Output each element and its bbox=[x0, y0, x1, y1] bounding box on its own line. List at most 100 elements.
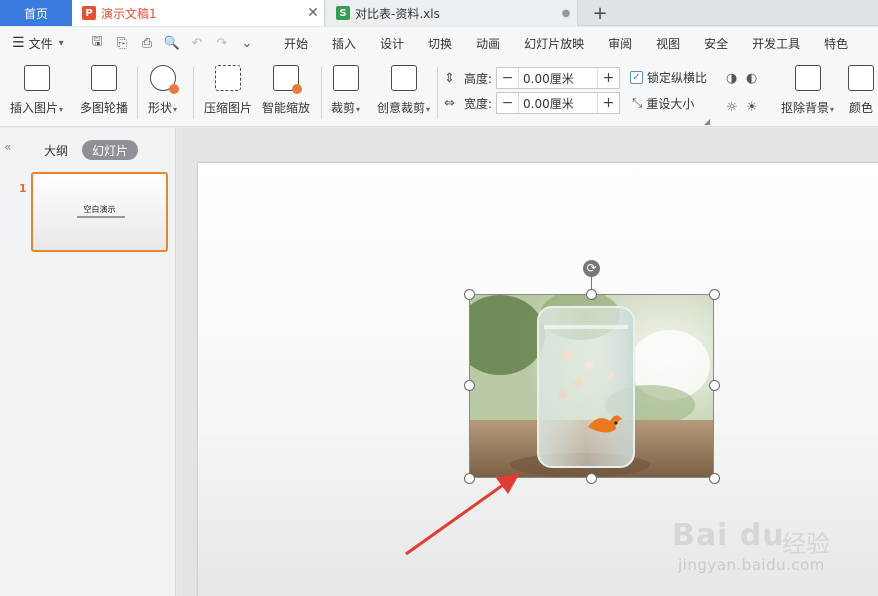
new-tab-button[interactable]: + bbox=[588, 0, 612, 26]
shape-icon bbox=[149, 65, 179, 94]
creative-crop-label: 创意裁剪 bbox=[377, 101, 426, 115]
menu-developer[interactable]: 开发工具 bbox=[740, 35, 812, 52]
color-button[interactable]: 颜色 bbox=[848, 65, 874, 121]
compress-icon bbox=[215, 65, 241, 91]
dialog-launcher-icon[interactable]: ◢ bbox=[704, 117, 710, 126]
print-icon[interactable]: ⎙ bbox=[138, 36, 156, 51]
menu-design[interactable]: 设计 bbox=[368, 35, 416, 52]
remove-background-button[interactable]: 抠除背景▾ bbox=[781, 65, 834, 121]
menu-home[interactable]: 开始 bbox=[272, 35, 320, 52]
menu-animation[interactable]: 动画 bbox=[464, 35, 512, 52]
tab-outline[interactable]: 大纲 bbox=[44, 142, 68, 159]
watermark-url: jingyan.baidu.com bbox=[678, 556, 825, 574]
menu-security[interactable]: 安全 bbox=[692, 35, 740, 52]
width-value[interactable]: 0.00厘米 bbox=[519, 95, 597, 112]
height-icon: ⇕ bbox=[444, 70, 455, 86]
width-stepper[interactable]: − 0.00厘米 + bbox=[496, 92, 621, 114]
watermark-logo: Bai du bbox=[672, 518, 785, 553]
quick-access-toolbar: 🖫 ⎘ ⎙ 🔍 ↶ ↷ ⌄ bbox=[82, 32, 272, 54]
height-increase-button[interactable]: + bbox=[597, 68, 619, 88]
smart-scale-button[interactable]: 智能缩放 bbox=[262, 65, 310, 121]
menu-transition[interactable]: 切换 bbox=[416, 35, 464, 52]
compress-label: 压缩图片 bbox=[204, 101, 253, 115]
brightness-increase-icon[interactable]: ☼ bbox=[726, 100, 746, 115]
customize-dropdown-icon[interactable]: ⌄ bbox=[238, 36, 256, 51]
compress-image-button[interactable]: 压缩图片 bbox=[204, 65, 252, 121]
shape-button[interactable]: 形状▾ bbox=[148, 65, 179, 121]
tab-home[interactable]: 首页 bbox=[0, 0, 72, 26]
adjust-icons: ◑ ◐ ☼ ☀ bbox=[726, 71, 766, 115]
menu-review[interactable]: 审阅 bbox=[596, 35, 644, 52]
menu-view[interactable]: 视图 bbox=[644, 35, 692, 52]
tab-spreadsheet-title: 对比表-资料.xls bbox=[355, 6, 440, 21]
resize-handle-top[interactable] bbox=[586, 289, 597, 300]
resize-handle-top-left[interactable] bbox=[464, 289, 475, 300]
crop-label: 裁剪 bbox=[331, 101, 356, 115]
thumbnail-title: 空白演示 bbox=[83, 205, 116, 214]
crop-button[interactable]: 裁剪▾ bbox=[331, 65, 360, 121]
reset-size-label: 重设大小 bbox=[646, 97, 695, 111]
rotate-handle-icon[interactable]: ⟳ bbox=[583, 260, 600, 277]
creative-crop-icon bbox=[390, 65, 417, 91]
format-painter-icon[interactable]: ⎘ bbox=[113, 36, 131, 51]
width-decrease-button[interactable]: − bbox=[497, 93, 520, 113]
dropdown-arrow-icon: ▾ bbox=[173, 105, 178, 114]
hamburger-icon: ☰ bbox=[12, 35, 25, 51]
print-preview-icon[interactable]: 🔍 bbox=[163, 36, 181, 51]
save-icon[interactable]: 🖫 bbox=[88, 32, 106, 54]
multi-image-carousel-button[interactable]: 多图轮播 bbox=[80, 65, 128, 121]
close-icon[interactable]: ✕ bbox=[302, 5, 324, 21]
dropdown-arrow-icon: ▾ bbox=[356, 105, 361, 114]
shape-label: 形状 bbox=[148, 101, 173, 115]
height-stepper[interactable]: − 0.00厘米 + bbox=[496, 67, 621, 89]
insert-image-button[interactable]: 插入图片▾ bbox=[10, 65, 63, 121]
redo-icon[interactable]: ↷ bbox=[213, 36, 231, 51]
multi-image-label: 多图轮播 bbox=[80, 101, 129, 115]
resize-handle-left[interactable] bbox=[464, 380, 475, 391]
annotation-arrow-icon bbox=[405, 473, 520, 556]
resize-handle-top-right[interactable] bbox=[709, 289, 720, 300]
ribbon-divider bbox=[137, 67, 138, 119]
smart-scale-icon bbox=[273, 65, 302, 94]
tab-slides[interactable]: 幻灯片 bbox=[82, 140, 138, 160]
color-label: 颜色 bbox=[848, 101, 873, 115]
slide-number: 1 bbox=[19, 182, 27, 195]
presentation-file-icon: P bbox=[82, 6, 96, 20]
resize-handle-bottom[interactable] bbox=[586, 473, 597, 484]
menu-slideshow[interactable]: 幻灯片放映 bbox=[512, 35, 596, 52]
unsaved-dot-icon: ● bbox=[561, 7, 571, 19]
width-increase-button[interactable]: + bbox=[597, 93, 619, 113]
file-menu[interactable]: ☰ 文件 ▾ bbox=[0, 35, 82, 52]
dropdown-arrow-icon: ▾ bbox=[59, 105, 64, 114]
resize-handle-bottom-right[interactable] bbox=[709, 473, 720, 484]
lock-aspect-ratio[interactable]: ✓ 锁定纵横比 bbox=[630, 69, 707, 86]
brightness-decrease-icon[interactable]: ☀ bbox=[746, 100, 766, 115]
ribbon-divider bbox=[437, 67, 438, 119]
lock-checkbox[interactable]: ✓ bbox=[630, 71, 643, 84]
contrast-increase-icon[interactable]: ◑ bbox=[726, 71, 746, 86]
lock-aspect-label: 锁定纵横比 bbox=[647, 71, 708, 85]
panel-tabs: « 大纲 幻灯片 bbox=[0, 140, 176, 162]
reset-size-icon: ⤡ bbox=[632, 96, 643, 111]
menu-items: 开始 插入 设计 切换 动画 幻灯片放映 审阅 视图 安全 开发工具 特色 bbox=[272, 35, 860, 52]
selected-image[interactable] bbox=[469, 294, 714, 478]
undo-icon[interactable]: ↶ bbox=[188, 36, 206, 51]
slide-thumbnail[interactable]: 空白演示 bbox=[31, 172, 168, 252]
menu-features[interactable]: 特色 bbox=[812, 35, 860, 52]
insert-image-label: 插入图片 bbox=[10, 101, 59, 115]
menu-insert[interactable]: 插入 bbox=[320, 35, 368, 52]
resize-handle-right[interactable] bbox=[709, 380, 720, 391]
tab-presentation[interactable]: P 演示文稿1 ✕ bbox=[72, 0, 325, 26]
dropdown-arrow-icon: ▾ bbox=[426, 105, 431, 114]
creative-crop-button[interactable]: 创意裁剪▾ bbox=[377, 65, 430, 121]
width-row: ⇔ 宽度: − 0.00厘米 + bbox=[444, 92, 621, 114]
contrast-decrease-icon[interactable]: ◐ bbox=[746, 71, 766, 86]
thumbnail-subtitle-line bbox=[77, 216, 125, 218]
reset-size-button[interactable]: ⤡ 重设大小 bbox=[632, 95, 694, 112]
tab-spreadsheet[interactable]: S 对比表-资料.xls ● bbox=[326, 0, 578, 26]
height-value[interactable]: 0.00厘米 bbox=[519, 70, 597, 87]
ribbon: 插入图片▾ 多图轮播 形状▾ 压缩图片 智能缩放 裁剪▾ 创意裁剪▾ ⇕ 高度:… bbox=[0, 59, 878, 127]
height-decrease-button[interactable]: − bbox=[497, 68, 520, 88]
dropdown-arrow-icon: ▾ bbox=[830, 105, 835, 114]
collapse-panel-icon[interactable]: « bbox=[4, 140, 11, 154]
